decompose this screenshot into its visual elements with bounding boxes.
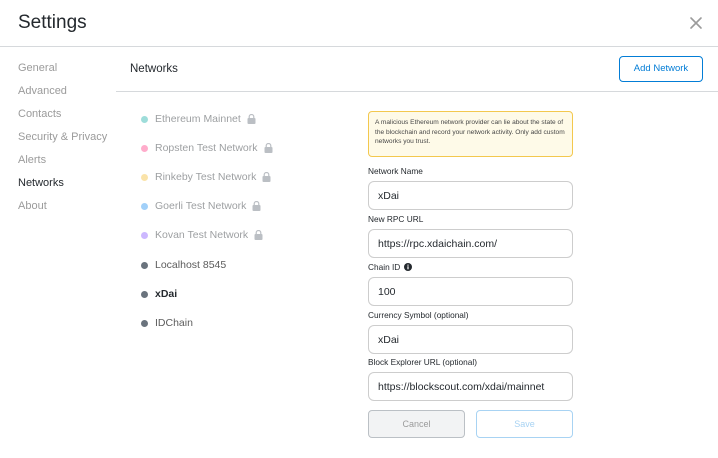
network-item-ropsten[interactable]: Ropsten Test Network [141, 140, 273, 156]
sidebar-item-about[interactable]: About [18, 200, 47, 212]
network-label: Localhost 8545 [155, 259, 227, 271]
currency-symbol-label: Currency Symbol (optional) [368, 310, 469, 320]
lock-icon [247, 114, 256, 124]
page-title: Settings [18, 12, 87, 33]
rpc-url-input[interactable] [368, 229, 573, 258]
network-item-localhost[interactable]: Localhost 8545 [141, 257, 226, 273]
block-explorer-label: Block Explorer URL (optional) [368, 357, 477, 367]
sidebar-item-advanced[interactable]: Advanced [18, 85, 67, 97]
networks-header: Networks Add Network [116, 47, 718, 92]
network-item-idchain[interactable]: IDChain [141, 315, 193, 331]
network-label: Ethereum Mainnet [155, 113, 241, 125]
rpc-url-label: New RPC URL [368, 214, 424, 224]
chain-id-input[interactable] [368, 277, 573, 306]
network-label: xDai [155, 288, 178, 300]
network-item-goerli[interactable]: Goerli Test Network [141, 198, 261, 214]
network-color-dot [141, 231, 148, 239]
lock-icon [254, 230, 263, 240]
network-name-input[interactable] [368, 181, 573, 210]
lock-icon [264, 143, 273, 153]
add-network-button[interactable]: Add Network [619, 56, 703, 82]
network-label: Ropsten Test Network [155, 142, 258, 154]
network-color-dot [141, 319, 148, 327]
sidebar-item-contacts[interactable]: Contacts [18, 108, 61, 120]
lock-icon [262, 172, 271, 182]
sidebar-item-networks[interactable]: Networks [18, 177, 64, 189]
network-item-ethereum-mainnet[interactable]: Ethereum Mainnet [141, 111, 256, 127]
network-item-rinkeby[interactable]: Rinkeby Test Network [141, 169, 271, 185]
sidebar-item-general[interactable]: General [18, 62, 57, 74]
network-color-dot [141, 144, 148, 152]
network-label: Rinkeby Test Network [155, 171, 257, 183]
network-name-label: Network Name [368, 166, 423, 176]
network-color-dot [141, 202, 148, 210]
currency-symbol-input[interactable] [368, 325, 573, 354]
network-label: IDChain [155, 317, 193, 329]
warning-banner: A malicious Ethereum network provider ca… [368, 111, 573, 157]
network-color-dot [141, 173, 148, 181]
close-icon[interactable] [688, 15, 704, 31]
save-button[interactable]: Save [476, 410, 573, 438]
network-color-dot [141, 290, 148, 298]
settings-sidebar: General Advanced Contacts Security & Pri… [0, 47, 116, 458]
section-title: Networks [130, 63, 178, 75]
chain-id-label-row: Chain ID [368, 262, 413, 272]
network-color-dot [141, 115, 148, 123]
cancel-button[interactable]: Cancel [368, 410, 465, 438]
lock-icon [252, 201, 261, 211]
network-item-kovan[interactable]: Kovan Test Network [141, 227, 263, 243]
sidebar-item-alerts[interactable]: Alerts [18, 154, 46, 166]
sidebar-item-security-privacy[interactable]: Security & Privacy [18, 131, 107, 143]
settings-header: Settings [0, 0, 718, 47]
chain-id-label: Chain ID [368, 262, 401, 272]
info-icon[interactable] [404, 263, 413, 271]
block-explorer-input[interactable] [368, 372, 573, 401]
network-label: Kovan Test Network [155, 229, 249, 241]
network-item-xdai[interactable]: xDai [141, 286, 177, 302]
network-label: Goerli Test Network [155, 200, 247, 212]
network-color-dot [141, 261, 148, 269]
